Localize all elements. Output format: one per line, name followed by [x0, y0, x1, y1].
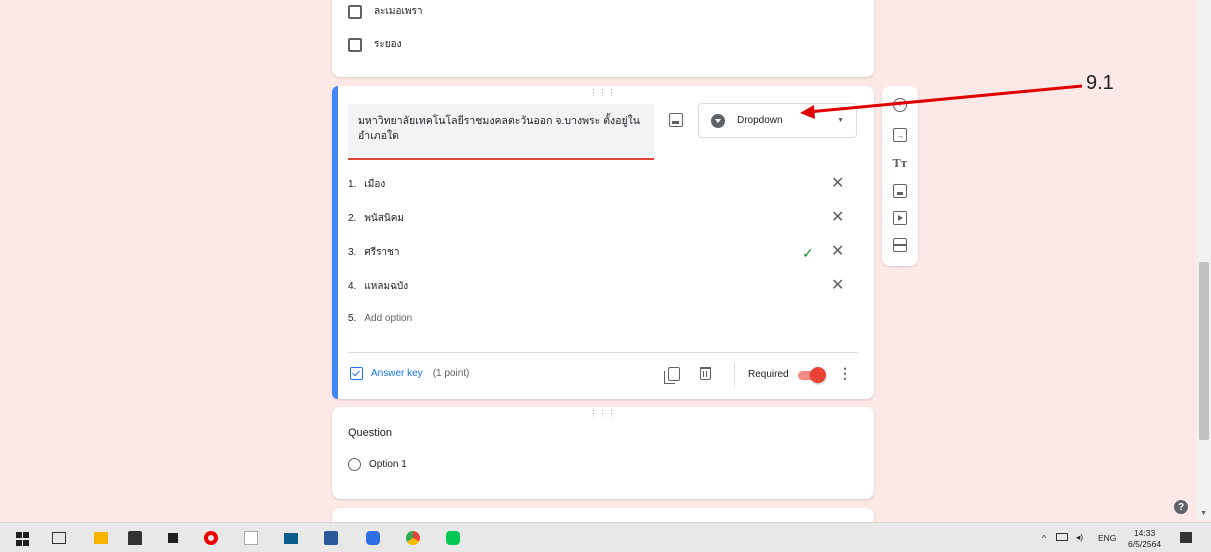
checkbox[interactable]	[348, 4, 362, 19]
checkbox-option-label: ระยอง	[374, 39, 402, 50]
question-card[interactable]: ⋮⋮⋮ Question Option 1	[332, 407, 874, 499]
radio-option-row[interactable]: Option 1	[348, 458, 407, 471]
answer-key-icon	[350, 367, 363, 380]
more-options-icon[interactable]: ⋮	[838, 366, 852, 380]
required-label: Required	[748, 369, 789, 380]
option-row-4[interactable]: 4. แหลมฉบัง	[348, 279, 408, 294]
checkbox-option[interactable]: ระยอง	[348, 37, 402, 52]
checkbox-option[interactable]: ละเมอเพรา	[348, 4, 423, 19]
clock-date: 6/5/2564	[1128, 539, 1162, 549]
task-view-icon[interactable]	[52, 532, 66, 544]
add-question-icon[interactable]: +	[893, 98, 907, 112]
word-icon[interactable]	[324, 531, 338, 545]
remove-option-icon[interactable]: ✕	[831, 244, 844, 260]
points-label: (1 point)	[432, 368, 470, 379]
side-toolbar: + → Tт	[882, 86, 918, 266]
scrollbar-thumb[interactable]	[1199, 262, 1209, 440]
add-image-icon[interactable]	[893, 184, 907, 198]
remove-option-icon[interactable]: ✕	[831, 210, 844, 226]
previous-question-card: ละเมอเพรา ระยอง	[332, 0, 874, 77]
option-number: 5.	[348, 313, 357, 324]
question-type-label: Dropdown	[737, 115, 783, 126]
file-explorer-icon[interactable]	[94, 532, 108, 544]
chrome-icon[interactable]	[406, 531, 420, 545]
question-title-text: มหาวิทยาลัยเทคโนโลยีราชมงคลตะวันออก จ.บา…	[358, 115, 640, 142]
option-label: เมือง	[364, 179, 386, 190]
drag-handle[interactable]: ⋮⋮⋮	[590, 88, 617, 97]
option-label: แหลมฉบัง	[364, 281, 409, 292]
option-row-1[interactable]: 1. เมือง	[348, 177, 385, 192]
notifications-icon[interactable]	[1180, 532, 1192, 543]
zoom-icon[interactable]	[366, 531, 380, 545]
add-option-row[interactable]: 5. Add option	[348, 313, 412, 324]
remove-option-icon[interactable]: ✕	[831, 176, 844, 192]
volume-icon[interactable]: ◂)	[1076, 532, 1083, 543]
tray-chevron-icon[interactable]: ^	[1042, 533, 1046, 543]
question-title: Question	[348, 427, 393, 439]
option-label: ศรีราชา	[364, 247, 400, 258]
annotation-label: 9.1	[1086, 72, 1114, 94]
option-number: 3.	[348, 247, 357, 258]
add-video-icon[interactable]	[893, 211, 907, 225]
scroll-down-arrow-icon[interactable]: ▼	[1200, 510, 1207, 517]
question-title-input[interactable]: มหาวิทยาลัยเทคโนโลยีราชมงคลตะวันออก จ.บา…	[348, 104, 654, 160]
windows-taskbar: ^ ◂) ENG 14:33 6/5/2564	[0, 522, 1211, 552]
network-icon[interactable]	[1056, 533, 1068, 541]
add-section-icon[interactable]	[893, 238, 907, 252]
option-label: พนัสนิคม	[364, 213, 404, 224]
option-row-3[interactable]: 3. ศรีราชา	[348, 245, 399, 260]
remove-option-icon[interactable]: ✕	[831, 278, 844, 294]
answer-key-button[interactable]: Answer key (1 point)	[350, 367, 469, 380]
drag-handle[interactable]: ⋮⋮⋮	[590, 409, 617, 418]
card-footer-divider	[348, 352, 858, 353]
help-icon[interactable]: ?	[1174, 500, 1188, 514]
import-questions-icon[interactable]: →	[893, 128, 907, 142]
windows-start-icon[interactable]	[16, 532, 30, 546]
checkbox-option-label: ละเมอเพรา	[374, 6, 423, 17]
correct-answer-check-icon: ✓	[802, 245, 814, 261]
question-type-select[interactable]: Dropdown ▼	[698, 103, 857, 138]
active-question-card[interactable]: ⋮⋮⋮ มหาวิทยาลัยเทคโนโลยีราชมงคลตะวันออก …	[332, 86, 874, 399]
caret-down-icon: ▼	[837, 117, 844, 124]
option-row-2[interactable]: 2. พนัสนิคม	[348, 211, 404, 226]
store-icon[interactable]	[128, 531, 142, 545]
radio-option-label: Option 1	[369, 459, 407, 470]
language-indicator[interactable]: ENG	[1098, 533, 1116, 543]
duplicate-icon[interactable]	[664, 367, 680, 384]
option-number: 1.	[348, 179, 357, 190]
clock-time: 14:33	[1133, 528, 1156, 538]
required-toggle-thumb[interactable]	[810, 367, 826, 383]
line-icon[interactable]	[446, 531, 460, 545]
add-option-label: Add option	[364, 313, 413, 324]
delete-icon[interactable]	[700, 367, 711, 380]
active-indicator-bar	[332, 86, 338, 399]
dropdown-type-icon	[711, 113, 725, 128]
page-scrollbar[interactable]: ▼	[1197, 0, 1211, 520]
app-icon[interactable]	[168, 533, 178, 543]
answer-key-label: Answer key	[371, 368, 423, 379]
clock[interactable]: 14:33 6/5/2564	[1128, 528, 1161, 550]
option-number: 2.	[348, 213, 357, 224]
option-number: 4.	[348, 281, 357, 292]
radio-button[interactable]	[348, 458, 361, 471]
mail-icon[interactable]	[284, 533, 298, 544]
checkbox[interactable]	[348, 37, 362, 52]
footer-vertical-divider	[734, 363, 735, 387]
add-image-icon[interactable]	[669, 113, 683, 127]
document-icon[interactable]	[244, 531, 258, 545]
opera-icon[interactable]	[204, 531, 218, 545]
add-title-icon[interactable]: Tт	[893, 156, 908, 170]
